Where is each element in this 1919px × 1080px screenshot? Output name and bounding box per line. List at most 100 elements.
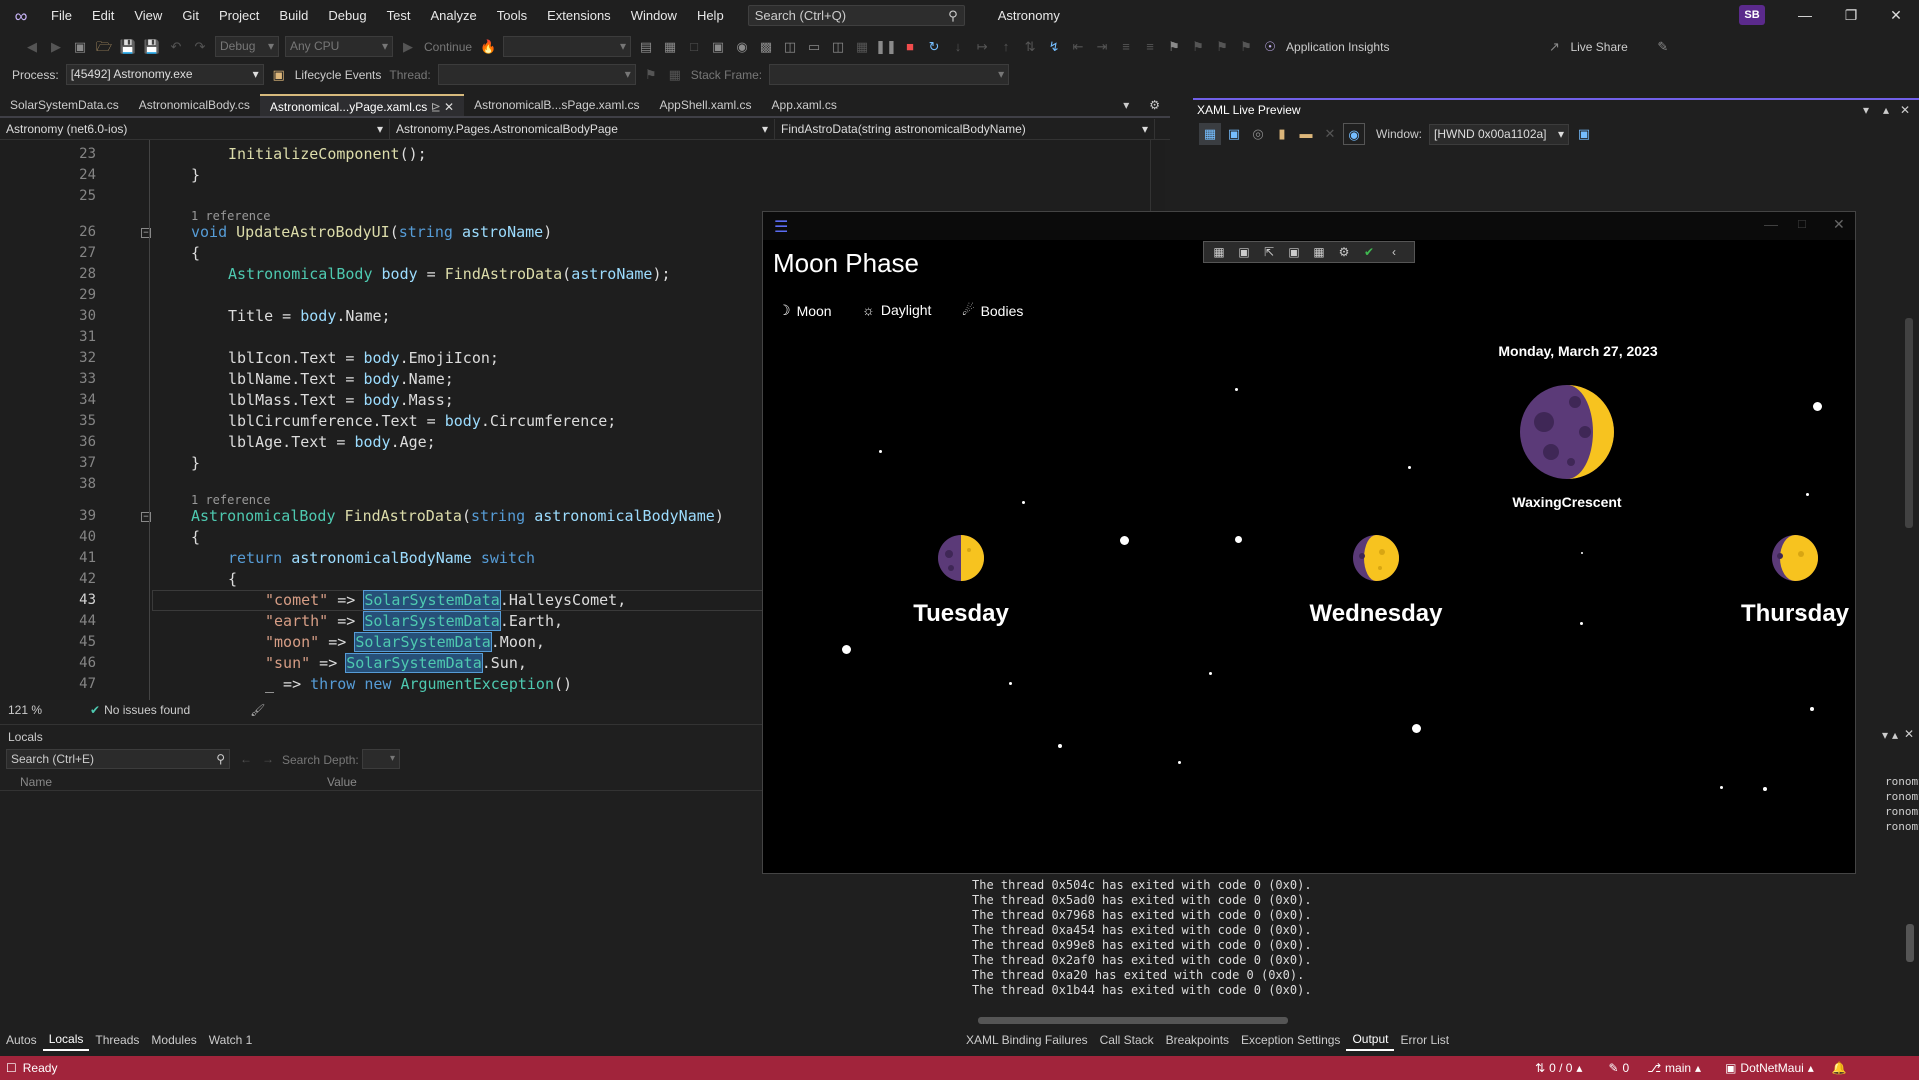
forward-icon[interactable]: ▶	[45, 36, 67, 58]
global-search-box[interactable]: Search (Ctrl+Q) ⚲	[747, 5, 965, 26]
nav-tab-moon[interactable]: ☽ Moon	[778, 302, 832, 319]
flag-icon[interactable]: ⚑	[640, 64, 662, 86]
select-element-icon[interactable]: ⇱	[1258, 245, 1280, 259]
play-icon[interactable]: ▶	[397, 36, 419, 58]
lifecycle-icon[interactable]: ▣	[268, 64, 290, 86]
pause-icon[interactable]: ❚❚	[875, 36, 897, 58]
close-icon[interactable]: ✕	[1904, 727, 1914, 741]
repository-name[interactable]: DotNetMaui	[1740, 1061, 1803, 1075]
camera-icon[interactable]: ◉	[731, 36, 753, 58]
menu-help[interactable]: Help	[687, 0, 734, 31]
target-select[interactable]: ▾	[503, 36, 632, 57]
scroll-thumb[interactable]	[1906, 924, 1914, 962]
notifications-icon[interactable]: 🔔	[1832, 1061, 1847, 1075]
tab-xaml-binding-failures[interactable]: XAML Binding Failures	[960, 1030, 1094, 1050]
user-avatar[interactable]: SB	[1739, 5, 1765, 25]
scroll-thumb[interactable]	[1905, 318, 1913, 528]
save-icon[interactable]: 💾	[117, 36, 139, 58]
camera-icon[interactable]: ▣	[1233, 245, 1255, 259]
menu-window[interactable]: Window	[621, 0, 687, 31]
outdent-icon[interactable]: ⇥	[1091, 36, 1113, 58]
issues-status[interactable]: No issues found	[100, 703, 190, 717]
tab-threads[interactable]: Threads	[89, 1030, 145, 1050]
column-header-value[interactable]: Value	[327, 775, 357, 789]
output-vertical-scrollbar[interactable]	[1901, 724, 1919, 1014]
tab-locals[interactable]: Locals	[42, 1029, 90, 1051]
track-focus-icon[interactable]: ▦	[1308, 245, 1330, 259]
nav-tab-bodies[interactable]: ☄ Bodies	[962, 302, 1023, 319]
tab-overflow-icon[interactable]: ▾	[1113, 94, 1139, 116]
back-icon[interactable]: ◀	[21, 36, 43, 58]
hamburger-menu-icon[interactable]: ☰	[774, 217, 788, 237]
output-horizontal-scrollbar[interactable]	[960, 1014, 1900, 1028]
platform-select[interactable]: Any CPU ▾	[285, 36, 393, 57]
uncomment-icon[interactable]: ≡	[1139, 36, 1161, 58]
tab-output[interactable]: Output	[1346, 1029, 1395, 1051]
tab-autos[interactable]: Autos	[0, 1030, 43, 1050]
feedback-icon[interactable]: ✎	[1652, 36, 1674, 58]
image-icon[interactable]: ▩	[755, 36, 777, 58]
monitor-icon[interactable]: ▭	[803, 36, 825, 58]
menu-tools[interactable]: Tools	[487, 0, 537, 31]
tab-breakpoints[interactable]: Breakpoints	[1160, 1030, 1235, 1050]
minimize-icon[interactable]: —	[1764, 216, 1778, 232]
layout-icon[interactable]: ▦	[659, 36, 681, 58]
restore-icon[interactable]: ❐	[1828, 0, 1874, 31]
ruler-icon[interactable]: ▬	[1295, 123, 1317, 145]
split-icon[interactable]: ◫	[827, 36, 849, 58]
brush-icon[interactable]: 🖌	[190, 703, 265, 717]
class-select[interactable]: Astronomy.Pages.AstronomicalBodyPage ▾	[390, 118, 775, 139]
nav-tab-daylight[interactable]: ☼ Daylight	[862, 302, 931, 318]
menu-build[interactable]: Build	[269, 0, 318, 31]
commits-status[interactable]: 0 / 0	[1549, 1061, 1572, 1075]
pin-icon[interactable]: ⊵	[431, 100, 441, 114]
indent-icon[interactable]: ⇤	[1067, 36, 1089, 58]
tab-appshell[interactable]: AppShell.xaml.cs	[649, 94, 761, 116]
locals-search-input[interactable]: Search (Ctrl+E) ⚲	[6, 749, 230, 769]
select-element-icon[interactable]: ▦	[1199, 123, 1221, 145]
step-out-icon[interactable]: ↑	[995, 36, 1017, 58]
scroll-thumb[interactable]	[978, 1017, 1288, 1024]
maximize-icon[interactable]: □	[1798, 216, 1806, 231]
tab-watch-1[interactable]: Watch 1	[203, 1030, 259, 1050]
eye-icon[interactable]: ◉	[1343, 123, 1365, 145]
close-small-icon[interactable]: ✕	[1319, 123, 1341, 145]
step-back-icon[interactable]: ⇅	[1019, 36, 1041, 58]
tab-modules[interactable]: Modules	[145, 1030, 202, 1050]
menu-view[interactable]: View	[124, 0, 172, 31]
bookmark-next-icon[interactable]: ⚑	[1211, 36, 1233, 58]
menu-analyze[interactable]: Analyze	[420, 0, 486, 31]
comment-icon[interactable]: ≡	[1115, 36, 1137, 58]
hot-reload-icon[interactable]: 🔥	[477, 36, 499, 58]
display-adorners-icon[interactable]: ▣	[1223, 123, 1245, 145]
open-folder-icon[interactable]: 🗁	[93, 36, 115, 58]
new-item-icon[interactable]: ▣	[69, 36, 91, 58]
undo-icon[interactable]: ↶	[165, 36, 187, 58]
visual-studio-logo-icon[interactable]: ∞	[11, 6, 31, 26]
tab-solarsystemdata[interactable]: SolarSystemData.cs	[0, 94, 129, 116]
menu-file[interactable]: File	[41, 0, 82, 31]
collapse-toolbar-icon[interactable]: ‹	[1383, 245, 1405, 259]
close-icon[interactable]: ✕	[1900, 103, 1910, 117]
panels-icon[interactable]: ◫	[779, 36, 801, 58]
stop-icon[interactable]: ■	[899, 36, 921, 58]
menu-test[interactable]: Test	[377, 0, 421, 31]
track-focus-icon[interactable]: ◎	[1247, 123, 1269, 145]
forward-arrow-icon[interactable]: →	[262, 752, 274, 766]
process-select[interactable]: [45492] Astronomy.exe ▾	[65, 64, 264, 85]
binding-failures-icon[interactable]: ⚙	[1333, 245, 1355, 259]
xaml-preview-vertical-scrollbar[interactable]	[1899, 148, 1919, 678]
hot-reload-ok-icon[interactable]: ✔	[1358, 245, 1380, 259]
project-select[interactable]: Astronomy (net6.0-ios) ▾	[0, 118, 390, 139]
zoom-level[interactable]: 121 %	[0, 703, 50, 717]
close-icon[interactable]: ✕	[1873, 0, 1919, 31]
menu-project[interactable]: Project	[209, 0, 269, 31]
diagnostics-icon[interactable]: ↯	[1043, 36, 1065, 58]
column-header-name[interactable]: Name	[20, 775, 52, 789]
close-icon[interactable]: ✕	[1833, 216, 1845, 233]
go-to-live-tree-icon[interactable]: ▦	[1208, 245, 1230, 259]
toolbox-icon[interactable]: ▤	[635, 36, 657, 58]
pin-icon[interactable]: ▴	[1883, 103, 1889, 117]
step-into-icon[interactable]: ↓	[947, 36, 969, 58]
bookmark-clear-icon[interactable]: ⚑	[1235, 36, 1257, 58]
